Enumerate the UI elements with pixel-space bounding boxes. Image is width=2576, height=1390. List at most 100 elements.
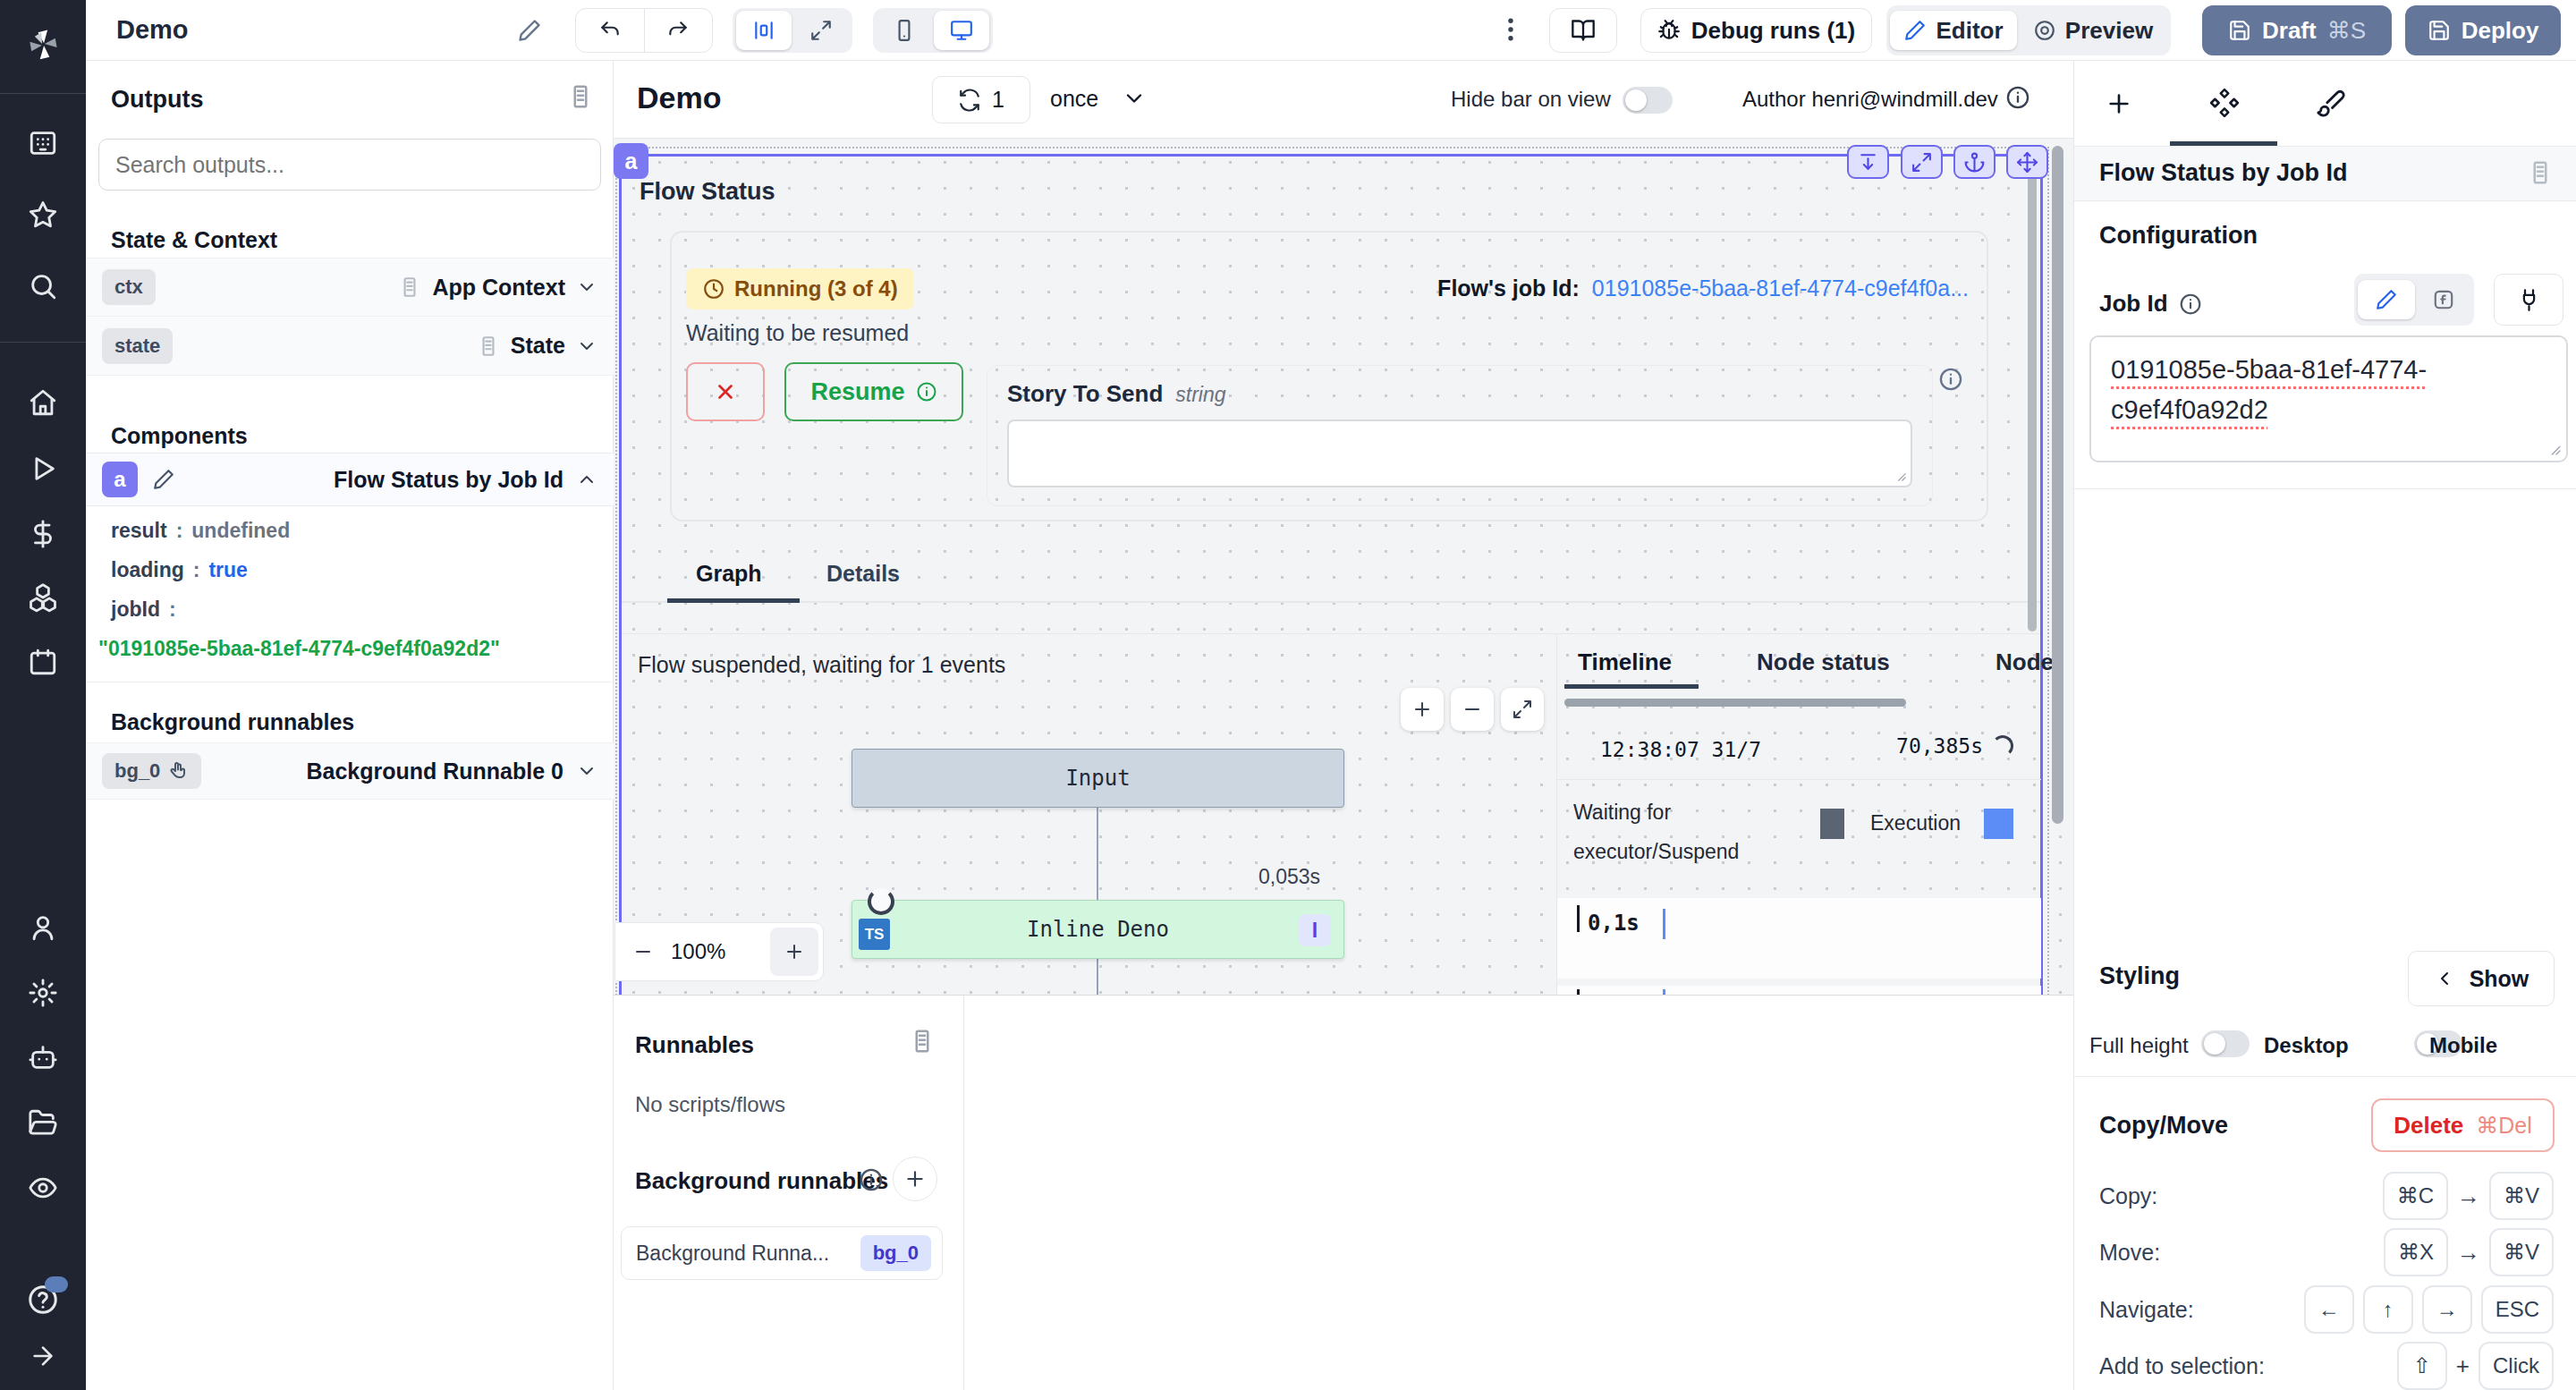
- search-icon[interactable]: [28, 271, 58, 301]
- eval-input-button[interactable]: [2417, 280, 2470, 319]
- component-scrollbar[interactable]: [2028, 159, 2037, 631]
- hide-bar-label: Hide bar on view: [1451, 87, 1611, 112]
- form-info-icon[interactable]: [1938, 367, 1963, 392]
- clock-icon: [702, 277, 725, 301]
- variables-icon[interactable]: [28, 519, 58, 549]
- redo-button[interactable]: [645, 9, 713, 52]
- add-bg-runnable-button[interactable]: [893, 1157, 937, 1201]
- more-menu-icon[interactable]: [1495, 13, 1527, 49]
- job-id-link[interactable]: 0191085e-5baa-81ef-4774-c9ef4f0a...: [1592, 275, 1969, 301]
- apps-icon[interactable]: [28, 128, 58, 158]
- notification-dot: [45, 1276, 68, 1293]
- schedule-chevron-icon[interactable]: [1122, 86, 1147, 111]
- runnables-empty: No scripts/flows: [635, 1092, 785, 1117]
- desktop-view-button[interactable]: [934, 11, 989, 50]
- outputs-doc-icon[interactable]: [567, 83, 594, 110]
- undo-button[interactable]: [576, 9, 645, 52]
- cancel-button[interactable]: [686, 362, 765, 421]
- home-icon[interactable]: [28, 387, 58, 418]
- static-input-button[interactable]: [2358, 280, 2415, 319]
- tab-node-status[interactable]: Node status: [1757, 648, 1890, 676]
- bg-runnable-item[interactable]: Background Runna... bg_0: [621, 1226, 943, 1280]
- connect-input-button[interactable]: [2494, 274, 2563, 326]
- runs-icon[interactable]: [28, 453, 58, 484]
- node-input[interactable]: Input: [852, 749, 1344, 808]
- edit-component-icon[interactable]: [152, 468, 175, 491]
- canvas-scrollbar[interactable]: [2052, 146, 2063, 824]
- fill-height-button[interactable]: [1847, 145, 1889, 179]
- runnables-doc-icon[interactable]: [909, 1028, 936, 1055]
- fit-view-button[interactable]: [1501, 688, 1544, 731]
- editor-tab[interactable]: Editor: [1890, 11, 2017, 50]
- schedule-select[interactable]: once: [1050, 86, 1098, 112]
- eye-icon[interactable]: [28, 1173, 58, 1203]
- component-tag-badge[interactable]: a: [614, 143, 648, 179]
- author-info-icon[interactable]: [2005, 85, 2030, 110]
- anchor-button[interactable]: [1953, 145, 1996, 179]
- star-icon[interactable]: [28, 199, 58, 230]
- tab-details[interactable]: Details: [826, 561, 900, 587]
- deploy-button[interactable]: Deploy: [2405, 5, 2561, 55]
- tab-timeline[interactable]: Timeline: [1578, 648, 1672, 676]
- delete-button[interactable]: Delete ⌘Del: [2371, 1098, 2555, 1152]
- tab-node[interactable]: Node: [1996, 648, 2054, 676]
- component-row[interactable]: a Flow Status by Job Id: [86, 453, 614, 506]
- app-canvas[interactable]: Flow Status Running (3 of 4) Flow's job …: [614, 139, 2073, 995]
- fullwidth-layout-button[interactable]: [793, 11, 849, 50]
- component-row-title: Flow Status by Job Id: [334, 467, 564, 493]
- flow-graph[interactable]: Flow suspended, waiting for 1 events Inp…: [622, 633, 1556, 995]
- state-context-title: State & Context: [111, 227, 277, 253]
- preview-tab[interactable]: Preview: [2019, 11, 2167, 50]
- resources-icon[interactable]: [28, 582, 58, 613]
- move-button[interactable]: [2006, 145, 2048, 179]
- bg-runnable-title: Background Runnable 0: [306, 759, 564, 784]
- full-height-toggle[interactable]: [2201, 1030, 2250, 1057]
- tab-graph[interactable]: Graph: [696, 561, 762, 587]
- state-row[interactable]: state State: [86, 317, 614, 376]
- top-bar: Demo Debug runs (1) Editor Preview Draft…: [86, 0, 2576, 61]
- mobile-view-button[interactable]: [877, 11, 932, 50]
- collapse-rail-icon[interactable]: [29, 1342, 57, 1370]
- add-component-tab[interactable]: [2105, 89, 2133, 118]
- edge-line: [1097, 959, 1098, 995]
- zoom-out-ctrl[interactable]: [615, 941, 671, 962]
- settings-tab[interactable]: [2209, 88, 2240, 122]
- x-icon: [714, 380, 737, 403]
- folder-icon[interactable]: [28, 1107, 58, 1138]
- settings-icon[interactable]: [28, 978, 58, 1008]
- zoom-out-button[interactable]: [1451, 688, 1494, 731]
- rpanel-doc-icon[interactable]: [2527, 159, 2554, 186]
- styling-tab[interactable]: [2316, 88, 2346, 118]
- expand-button[interactable]: [1901, 145, 1943, 179]
- schedules-icon[interactable]: [28, 647, 58, 677]
- resume-button[interactable]: Resume: [784, 362, 963, 421]
- ctx-row[interactable]: ctx App Context: [86, 258, 614, 317]
- add-selection-label: Add to selection:: [2099, 1353, 2265, 1379]
- windmill-logo[interactable]: [23, 25, 63, 68]
- bg-runnable-row[interactable]: bg_0 Background Runnable 0: [86, 742, 614, 800]
- job-id-textarea[interactable]: 0191085e-5baa-81ef-4774- c9ef4f0a92d2: [2089, 335, 2568, 462]
- debug-runs-button[interactable]: Debug runs (1): [1640, 8, 1872, 53]
- refresh-button[interactable]: 1: [932, 76, 1030, 123]
- timeline-progress-bar: [1564, 699, 1906, 707]
- node-inline-deno[interactable]: Inline Deno TS I: [852, 900, 1344, 959]
- edit-title-icon[interactable]: [517, 18, 542, 43]
- kv-jobid-value: "0191085e-5baa-81ef-4774-c9ef4f0a92d2": [98, 637, 500, 661]
- zoom-in-ctrl[interactable]: [770, 928, 818, 976]
- draft-button[interactable]: Draft ⌘S: [2202, 5, 2392, 55]
- status-pill: Running (3 of 4): [686, 268, 914, 309]
- bg-runnables-info-icon[interactable]: [859, 1167, 884, 1192]
- hide-bar-toggle[interactable]: [1623, 87, 1673, 114]
- running-spinner: [868, 888, 894, 915]
- bot-icon[interactable]: [28, 1042, 58, 1072]
- centered-layout-button[interactable]: [736, 11, 792, 50]
- runnables-left-col: Runnables No scripts/flows Background ru…: [614, 996, 964, 1390]
- docs-button[interactable]: [1549, 8, 1617, 53]
- help-icon[interactable]: [27, 1284, 59, 1316]
- flow-status-component[interactable]: Flow Status Running (3 of 4) Flow's job …: [619, 154, 2043, 995]
- search-outputs-input[interactable]: [98, 139, 601, 191]
- zoom-in-button[interactable]: [1401, 688, 1444, 731]
- show-styling-button[interactable]: Show: [2408, 951, 2555, 1006]
- story-textarea[interactable]: [1007, 420, 1912, 487]
- user-icon[interactable]: [28, 912, 58, 943]
